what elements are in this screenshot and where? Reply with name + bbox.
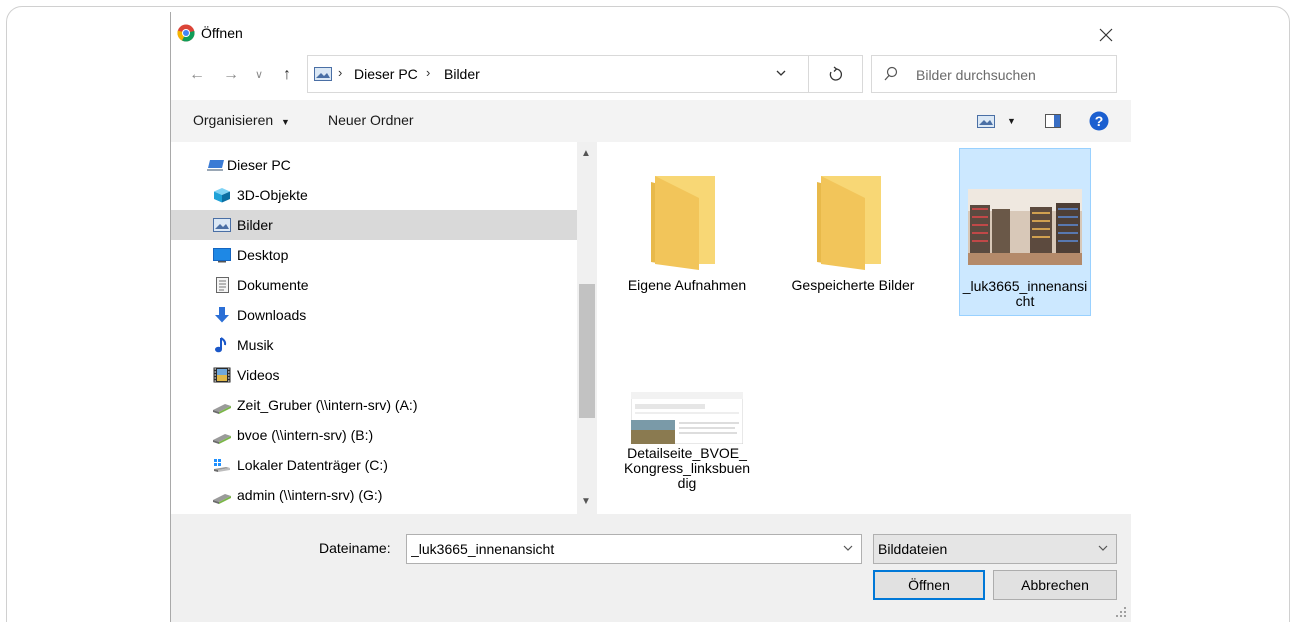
organize-label: Organisieren — [193, 112, 274, 128]
nav-item-label: Downloads — [237, 307, 307, 323]
title-bar: Öffnen — [171, 12, 1131, 54]
nav-item-label: Musik — [237, 337, 274, 353]
network-drive-icon — [213, 434, 231, 444]
nav-item-label: Dokumente — [237, 277, 309, 293]
nav-item-3d-objekte[interactable]: 3D-Objekte — [171, 180, 577, 210]
nav-item-label: Desktop — [237, 247, 289, 263]
help-icon[interactable]: ? — [1089, 111, 1109, 131]
filename-input[interactable] — [407, 535, 827, 563]
up-arrow-icon[interactable]: ↑ — [283, 64, 291, 86]
view-options-icon[interactable] — [977, 115, 995, 128]
computer-icon — [207, 160, 224, 171]
folder-icon — [817, 176, 881, 270]
nav-item-label: admin (\\intern-srv) (G:) — [237, 487, 383, 503]
search-input[interactable] — [916, 65, 1106, 85]
filename-combobox[interactable] — [406, 534, 862, 564]
network-drive-icon — [213, 494, 231, 504]
filetype-select[interactable]: Bilddateien — [873, 534, 1117, 564]
nav-item-dieser-pc[interactable]: Dieser PC — [171, 150, 577, 180]
breadcrumb-separator: › — [338, 65, 343, 80]
forward-arrow-icon[interactable]: → — [223, 64, 239, 86]
nav-item-desktop[interactable]: Desktop — [171, 240, 577, 270]
film-icon — [213, 367, 231, 383]
cube-icon — [214, 188, 230, 203]
nav-item-zeit-gruber[interactable]: Zeit_Gruber (\\intern-srv) (A:) — [171, 390, 577, 420]
breadcrumb-dieser-pc[interactable]: Dieser PC — [354, 66, 418, 82]
chrome-icon — [177, 24, 195, 42]
open-button[interactable]: Öffnen — [873, 570, 985, 600]
nav-item-bilder[interactable]: Bilder — [171, 210, 577, 240]
music-note-icon — [215, 337, 227, 353]
nav-item-label: Zeit_Gruber (\\intern-srv) (A:) — [237, 397, 418, 413]
address-bar[interactable]: › Dieser PC › Bilder — [307, 55, 863, 93]
file-name: Gespeicherte Bilder — [791, 277, 915, 293]
refresh-icon — [829, 66, 842, 81]
nav-item-label: bvoe (\\intern-srv) (B:) — [237, 427, 374, 443]
breadcrumb-bilder[interactable]: Bilder — [444, 66, 480, 82]
svg-text:?: ? — [1095, 113, 1104, 129]
nav-item-admin[interactable]: admin (\\intern-srv) (G:) — [171, 480, 577, 510]
nav-item-bvoe[interactable]: bvoe (\\intern-srv) (B:) — [171, 420, 577, 450]
nav-item-downloads[interactable]: Downloads — [171, 300, 577, 330]
nav-item-label: Bilder — [237, 217, 273, 233]
scrollbar-thumb[interactable] — [579, 284, 595, 418]
refresh-button[interactable] — [808, 56, 862, 92]
dialog-title: Öffnen — [201, 25, 243, 41]
desktop-icon — [213, 248, 231, 263]
file-item-gespeicherte-bilder[interactable]: Gespeicherte Bilder — [787, 160, 919, 299]
file-list: Eigene Aufnahmen Gespeicherte Bilder _lu… — [597, 142, 1131, 514]
scroll-down-icon[interactable]: ▼ — [581, 496, 591, 507]
close-icon — [1099, 28, 1113, 42]
organize-menu-button[interactable]: Organisieren ▼ — [193, 112, 290, 128]
nav-item-label: Dieser PC — [227, 157, 291, 173]
chevron-down-icon[interactable] — [843, 544, 853, 552]
resize-grip-icon[interactable] — [1115, 606, 1127, 618]
file-name: _luk3665_innenansicht — [962, 278, 1088, 309]
back-arrow-icon[interactable]: ← — [189, 64, 205, 86]
webpage-screenshot-thumbnail — [631, 392, 743, 444]
chevron-down-icon[interactable] — [776, 69, 786, 77]
scroll-up-icon[interactable]: ▲ — [581, 148, 591, 159]
recent-chevron-icon[interactable]: ∨ — [255, 64, 263, 86]
filetype-value: Bilddateien — [878, 541, 948, 557]
pictures-location-icon — [314, 67, 332, 81]
file-item-eigene-aufnahmen[interactable]: Eigene Aufnahmen — [621, 160, 753, 299]
navigation-pane: Dieser PC 3D-Objekte Bilder Desktop Doku… — [171, 142, 577, 514]
chevron-down-icon — [1098, 545, 1108, 551]
view-dropdown-icon[interactable]: ▼ — [1007, 116, 1016, 126]
navigation-scrollbar[interactable]: ▲ ▼ — [577, 142, 597, 514]
nav-item-musik[interactable]: Musik — [171, 330, 577, 360]
command-toolbar: Organisieren ▼ Neuer Ordner ▼ ? — [171, 100, 1131, 142]
folder-icon — [651, 176, 715, 270]
filename-label: Dateiname: — [319, 540, 391, 556]
file-name: Detailseite_BVOE_Kongress_linksbuendig — [623, 445, 751, 491]
nav-item-lokaler-datentraeger[interactable]: Lokaler Datenträger (C:) — [171, 450, 577, 480]
breadcrumb-separator: › — [426, 65, 431, 80]
caret-down-icon: ▼ — [281, 117, 290, 127]
library-photo-thumbnail — [968, 189, 1082, 265]
file-item-detailseite-bvoe[interactable]: Detailseite_BVOE_Kongress_linksbuendig — [621, 382, 753, 497]
download-arrow-icon — [215, 307, 229, 323]
new-folder-button[interactable]: Neuer Ordner — [328, 112, 414, 128]
nav-item-videos[interactable]: Videos — [171, 360, 577, 390]
search-box[interactable] — [871, 55, 1117, 93]
bottom-panel: Dateiname: Bilddateien Öffnen Abbrechen — [171, 514, 1131, 622]
cancel-button[interactable]: Abbrechen — [993, 570, 1117, 600]
preview-pane-icon[interactable] — [1045, 114, 1061, 128]
file-name: Eigene Aufnahmen — [627, 277, 747, 293]
document-icon — [216, 277, 229, 293]
local-drive-icon — [214, 459, 230, 472]
pictures-icon — [213, 218, 231, 232]
search-icon — [884, 66, 898, 81]
close-button[interactable] — [1089, 20, 1123, 50]
nav-item-label: 3D-Objekte — [237, 187, 308, 203]
network-drive-icon — [213, 404, 231, 414]
nav-item-dokumente[interactable]: Dokumente — [171, 270, 577, 300]
nav-item-label: Lokaler Datenträger (C:) — [237, 457, 388, 473]
open-file-dialog: Öffnen ← → ∨ ↑ › Dieser PC › Bilder Bild… — [170, 12, 1131, 622]
file-item-luk3665-innenansicht[interactable]: _luk3665_innenansicht — [959, 148, 1091, 316]
nav-item-label: Videos — [237, 367, 280, 383]
